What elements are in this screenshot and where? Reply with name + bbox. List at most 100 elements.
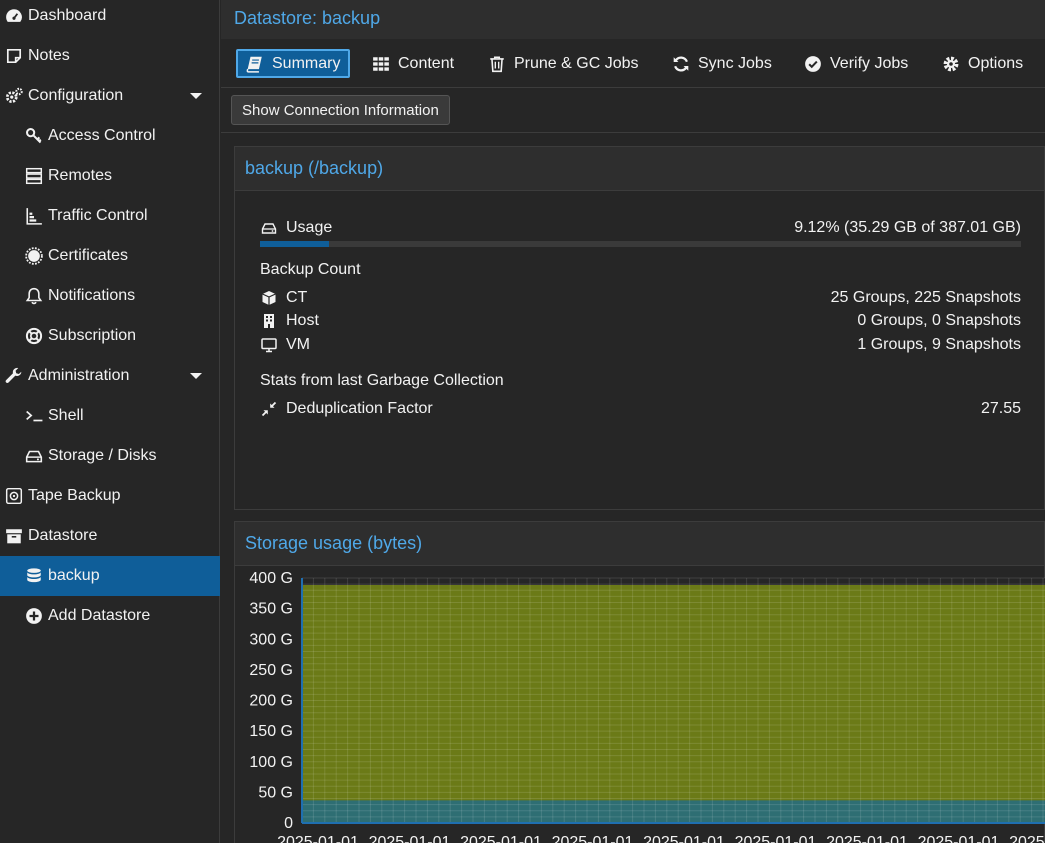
tab-options[interactable]: Options (934, 49, 1031, 78)
cogs-icon (4, 86, 24, 106)
x-tick-label: 2025-01-01 (643, 834, 725, 843)
sidebar-item-remotes[interactable]: Remotes (0, 156, 220, 196)
count-value: 1 Groups, 9 Snapshots (857, 336, 1021, 353)
count-value: 25 Groups, 225 Snapshots (830, 289, 1021, 306)
server-icon (24, 166, 44, 186)
count-label: CT (286, 289, 308, 306)
count-value: 0 Groups, 0 Snapshots (857, 312, 1021, 329)
dashboard-icon (4, 6, 24, 26)
sidebar-item-backup[interactable]: backup (0, 556, 220, 596)
tab-content[interactable]: Content (364, 49, 462, 78)
sidebar-item-tape-backup[interactable]: Tape Backup (0, 476, 220, 516)
hdd-icon (260, 219, 278, 237)
dedup-row: Deduplication Factor 27.55 (260, 400, 1021, 418)
sidebar-item-label: Tape Backup (28, 487, 121, 504)
gc-stats-heading-text: Stats from last Garbage Collection (260, 372, 504, 389)
x-tick-label: 2025-01-01 (369, 834, 451, 843)
sidebar-item-label: Notifications (48, 287, 136, 304)
sidebar-item-label: Add Datastore (48, 607, 151, 624)
tab-summary[interactable]: Summary (236, 49, 351, 78)
life-ring-icon (24, 326, 44, 346)
wrench-icon (4, 366, 24, 386)
y-tick-label: 200 G (249, 693, 293, 710)
sidebar-item-add-datastore[interactable]: Add Datastore (0, 596, 220, 636)
book-icon (246, 55, 264, 73)
usage-row: Usage 9.12% (35.29 GB of 387.01 GB) (260, 219, 1021, 237)
x-tick-label: 2025-01-01 (277, 834, 359, 843)
area-series-total (302, 585, 1045, 823)
y-tick-label: 250 G (249, 662, 293, 679)
y-tick-label: 100 G (249, 754, 293, 771)
sidebar-item-configuration[interactable]: Configuration (0, 76, 220, 116)
tab-sync-jobs[interactable]: Sync Jobs (664, 49, 780, 78)
sidebar-item-subscription[interactable]: Subscription (0, 316, 220, 356)
tab-prune-gc-jobs[interactable]: Prune & GC Jobs (480, 49, 647, 78)
y-tick-label: 0 (284, 815, 293, 832)
desktop-icon (260, 336, 278, 354)
building-icon (260, 312, 278, 330)
show-connection-info-button[interactable]: Show Connection Information (231, 95, 450, 125)
sidebar-item-notifications[interactable]: Notifications (0, 276, 220, 316)
tab-bar: Summary Content Prune & GC Jobs Sync Job… (221, 41, 1045, 88)
trash-icon (488, 55, 506, 73)
y-tick-label: 150 G (249, 723, 293, 740)
sidebar-item-datastore[interactable]: Datastore (0, 516, 220, 556)
sidebar-item-label: Subscription (48, 327, 137, 344)
tab-label: Options (968, 54, 1024, 72)
header-bar: Datastore: backup (221, 0, 1045, 40)
sidebar-item-storage-disks[interactable]: Storage / Disks (0, 436, 220, 476)
certificate-icon (24, 246, 44, 266)
chart-title: Storage usage (bytes) (245, 533, 423, 553)
terminal-icon (24, 406, 44, 426)
sidebar-item-label: Datastore (28, 527, 98, 544)
sidebar-item-notes[interactable]: Notes (0, 36, 220, 76)
storage-usage-chart-panel: Storage usage (bytes) 400 G 350 G 300 G 250… (234, 521, 1045, 843)
sidebar-item-label: Access Control (48, 127, 156, 144)
sidebar-item-administration[interactable]: Administration (0, 356, 220, 396)
usage-progress-bar (260, 241, 1021, 247)
sidebar-item-label: Administration (28, 367, 130, 384)
count-row-vm: VM 1 Groups, 9 Snapshots (260, 336, 1021, 354)
grid-icon (372, 55, 390, 73)
chevron-down-icon[interactable] (188, 368, 204, 384)
sidebar-item-access-control[interactable]: Access Control (0, 116, 220, 156)
compress-icon (260, 400, 278, 418)
panel-header: backup (/backup) (235, 147, 1044, 191)
x-tick-label: 2025-01-01 (735, 834, 817, 843)
tab-label: Verify Jobs (830, 54, 909, 72)
count-row-host: Host 0 Groups, 0 Snapshots (260, 312, 1021, 330)
cube-icon (260, 289, 278, 307)
notes-icon (4, 46, 24, 66)
sidebar-item-shell[interactable]: Shell (0, 396, 220, 436)
y-tick-label: 50 G (258, 784, 293, 801)
panel-header: Storage usage (bytes) (235, 522, 1044, 566)
x-tick-label: 2025-01-01 (826, 834, 908, 843)
y-tick-label: 350 G (249, 601, 293, 618)
tab-label: Prune & GC Jobs (514, 54, 639, 72)
bar-chart-icon (24, 206, 44, 226)
x-tick-label: 2025-01-01 (460, 834, 542, 843)
x-tick-label: 2025-01-01 (552, 834, 634, 843)
chevron-down-icon[interactable] (188, 88, 204, 104)
sidebar-item-label: Notes (28, 47, 70, 64)
sidebar: Dashboard Notes Configuration Access Con… (0, 0, 220, 843)
x-tick-label: 2025-01-01 (1009, 834, 1045, 843)
y-tick-label: 300 G (249, 631, 293, 648)
count-row-ct: CT 25 Groups, 225 Snapshots (260, 289, 1021, 307)
backup-count-heading-text: Backup Count (260, 261, 361, 278)
sidebar-item-dashboard[interactable]: Dashboard (0, 0, 220, 36)
tab-verify-jobs[interactable]: Verify Jobs (796, 49, 916, 78)
database-icon (24, 566, 44, 586)
key-icon (24, 126, 44, 146)
count-label: VM (286, 336, 310, 353)
sidebar-item-label: Remotes (48, 167, 113, 184)
sidebar-item-label: Storage / Disks (48, 447, 157, 464)
refresh-icon (672, 55, 690, 73)
tab-label: Content (398, 54, 455, 72)
dedup-value: 27.55 (980, 400, 1021, 417)
main-content: Datastore: backup Summary Content Prune … (221, 0, 1045, 843)
sidebar-item-label: Certificates (48, 247, 129, 264)
count-label: Host (286, 312, 319, 329)
sidebar-item-traffic-control[interactable]: Traffic Control (0, 196, 220, 236)
sidebar-item-certificates[interactable]: Certificates (0, 236, 220, 276)
